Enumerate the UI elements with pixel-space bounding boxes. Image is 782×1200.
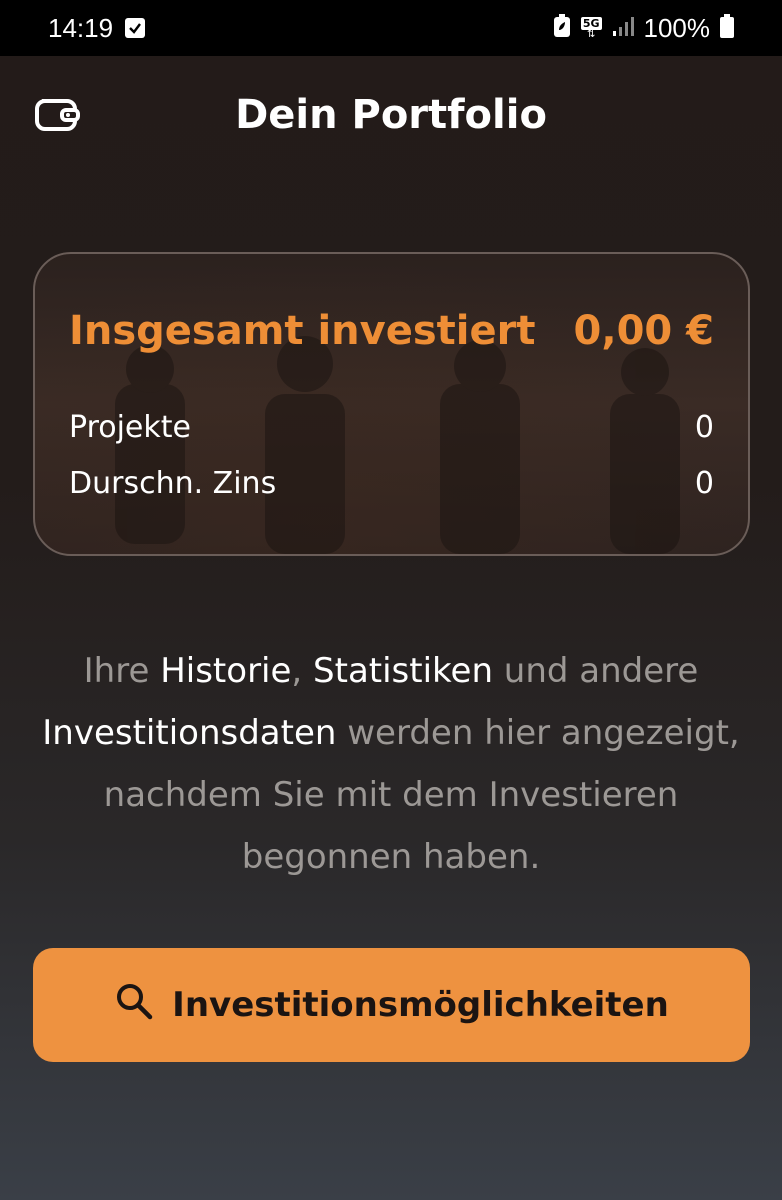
average-rate-row: Durschn. Zins 0: [69, 466, 714, 501]
projects-label: Projekte: [69, 410, 191, 445]
network-label: 5G: [580, 16, 602, 30]
investment-opportunities-button[interactable]: Investitionsmöglichkeiten: [33, 948, 750, 1062]
total-invested-label: Insgesamt investiert: [69, 308, 536, 354]
background-illustration: [115, 336, 680, 554]
info-highlight-statistics: Statistiken: [313, 651, 493, 691]
status-time: 14:19: [48, 12, 114, 43]
search-icon: [114, 981, 154, 1030]
total-invested-value: 0,00 €: [573, 308, 714, 354]
status-bar: 14:19 5G ⇅ 100%: [0, 0, 782, 56]
info-highlight-history: Historie: [160, 651, 292, 691]
info-text-part: Ihre: [83, 651, 161, 691]
total-invested-row: Insgesamt investiert 0,00 €: [69, 308, 714, 354]
info-highlight-investment-data: Investitionsdaten: [42, 713, 337, 753]
info-text-part: und andere: [493, 651, 699, 691]
network-icon: 5G ⇅: [580, 16, 602, 40]
projects-value: 0: [694, 410, 714, 445]
data-arrows-icon: ⇅: [586, 28, 596, 40]
battery-percent: 100%: [643, 12, 711, 43]
header: Dein Portfolio: [0, 56, 782, 176]
battery-saver-icon: [553, 14, 571, 42]
empty-state-message: Ihre Historie, Statistiken und andere In…: [30, 640, 752, 888]
battery-icon: [720, 14, 734, 42]
projects-row: Projekte 0: [69, 410, 714, 445]
checkbox-notification-icon: [125, 18, 146, 38]
page-title: Dein Portfolio: [235, 92, 547, 138]
investment-opportunities-label: Investitionsmöglichkeiten: [172, 985, 669, 1025]
info-text-part: ,: [291, 651, 314, 691]
status-right: 5G ⇅ 100%: [553, 13, 734, 44]
average-rate-label: Durschn. Zins: [69, 466, 277, 501]
signal-icon: [612, 15, 634, 41]
portfolio-summary-card: Insgesamt investiert 0,00 € Projekte 0 D…: [33, 252, 750, 556]
status-left: 14:19: [48, 12, 146, 44]
average-rate-value: 0: [694, 466, 714, 501]
